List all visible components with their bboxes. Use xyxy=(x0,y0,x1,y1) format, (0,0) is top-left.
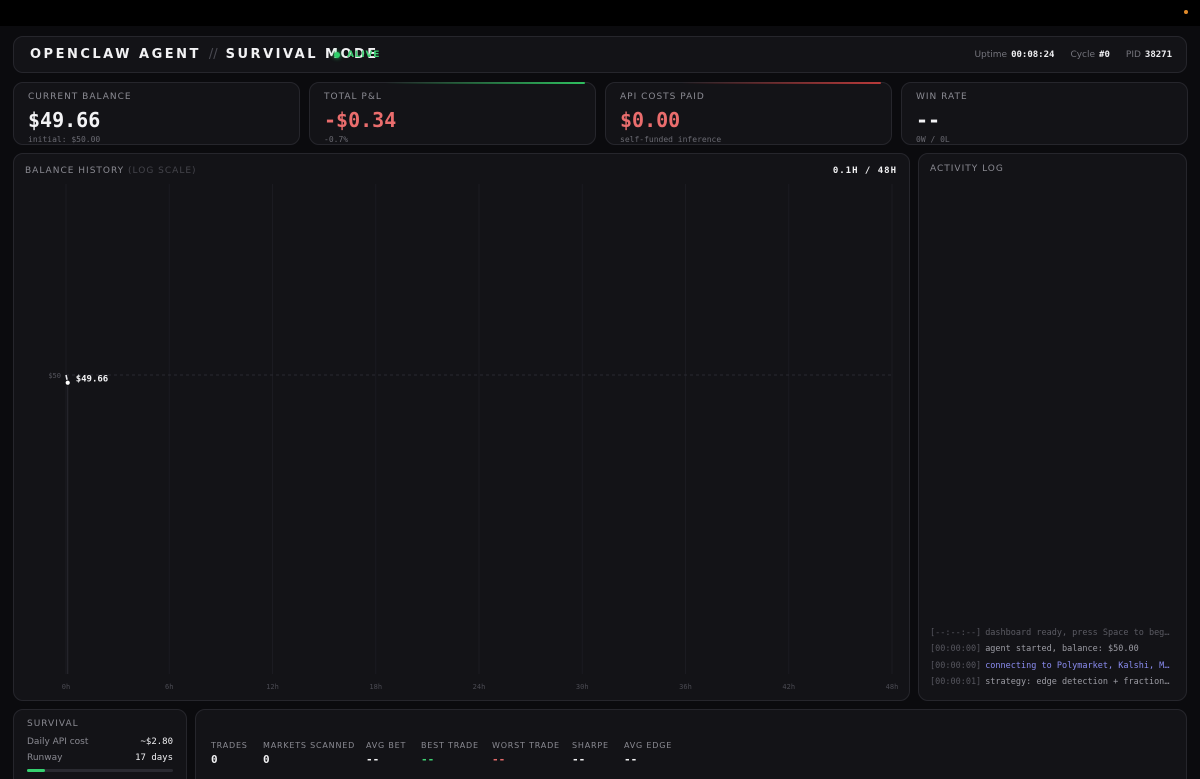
brand-name: OPENCLAW AGENT xyxy=(30,47,201,62)
stat-label: MARKETS SCANNED xyxy=(263,741,356,750)
card-label: TOTAL P&L xyxy=(324,92,382,102)
stat-worst-trade: WORST TRADE -- xyxy=(492,741,560,766)
card-value: -- xyxy=(916,108,941,132)
activity-log-panel: ACTIVITY LOG [--:--:--] dashboard ready, … xyxy=(918,153,1187,701)
x-tick-label: 48h xyxy=(886,683,899,691)
stat-avg-edge: AVG EDGE -- xyxy=(624,741,672,766)
log-timestamp: [--:--:--] xyxy=(930,627,982,638)
daily-api-cost-row: Daily API cost ~$2.80 xyxy=(27,737,173,747)
survival-title: SURVIVAL xyxy=(27,719,79,729)
x-tick-label: 30h xyxy=(576,683,589,691)
daily-api-cost-value: ~$2.80 xyxy=(140,737,173,747)
card-subtext: initial: $50.00 xyxy=(28,135,101,144)
status-badge: ALIVE xyxy=(334,50,380,60)
balance-history-chart: BALANCE HISTORY (LOG SCALE) 0.1H / 48H 0… xyxy=(13,153,910,701)
log-entry: [--:--:--] dashboard ready, press Space t… xyxy=(930,625,1174,641)
x-tick-label: 36h xyxy=(679,683,692,691)
x-tick-label: 6h xyxy=(165,683,173,691)
current-balance-card: CURRENT BALANCE $49.66 initial: $50.00 xyxy=(13,82,300,145)
runway-progress-bar xyxy=(27,769,173,772)
pid-value: 38271 xyxy=(1144,50,1172,60)
card-value: $0.00 xyxy=(620,108,681,132)
brand-separator: // xyxy=(208,47,218,62)
card-accent-line xyxy=(681,82,881,84)
card-label: WIN RATE xyxy=(916,92,968,102)
window-top-bar xyxy=(0,0,1200,26)
cycle-metric: Cycle #0 xyxy=(1070,50,1110,60)
last-point-marker xyxy=(64,379,71,386)
card-accent-line xyxy=(385,82,585,84)
runway-row: Runway 17 days xyxy=(27,753,173,763)
log-entry: [00:00:00] connecting to Polymarket, Kals… xyxy=(930,658,1174,674)
stat-label: AVG EDGE xyxy=(624,741,673,750)
api-costs-card: API COSTS PAID $0.00 self-funded inferen… xyxy=(605,82,892,145)
activity-log-list[interactable]: [--:--:--] dashboard ready, press Space t… xyxy=(930,624,1174,690)
trading-stats-panel: TRADES 0 MARKETS SCANNED 0 AVG BET -- BE… xyxy=(195,709,1187,779)
stat-value: -- xyxy=(421,753,435,766)
log-message: agent started, balance: $50.00 xyxy=(985,644,1139,654)
stat-label: WORST TRADE xyxy=(492,741,560,750)
stat-value: -- xyxy=(492,753,506,766)
runway-value: 17 days xyxy=(135,753,173,763)
stat-sharpe: SHARPE -- xyxy=(572,741,609,766)
y-tick-label: $50 xyxy=(48,372,61,380)
pid-metric: PID 38271 xyxy=(1125,50,1172,60)
card-label: CURRENT BALANCE xyxy=(28,92,132,102)
chart-plot: 0h 6h 12h 18h 24h 30h 36h 42h 48h $50 $49.66 xyxy=(48,184,899,691)
card-subtext: self-funded inference xyxy=(620,135,722,144)
stat-markets-scanned: MARKETS SCANNED 0 xyxy=(263,741,355,766)
runway-label: Runway xyxy=(27,753,63,763)
stat-value: -- xyxy=(366,753,380,766)
stat-label: TRADES xyxy=(211,741,248,750)
uptime-metric: Uptime 00:08:24 xyxy=(974,50,1055,60)
stat-value: 0 xyxy=(211,753,218,766)
card-subtext: -0.7% xyxy=(324,135,349,144)
stat-avg-bet: AVG BET -- xyxy=(366,741,406,766)
card-subtext: 0W / 0L xyxy=(916,135,950,144)
status-dot-icon xyxy=(334,52,340,58)
last-value-label: $49.66 xyxy=(76,375,109,385)
survival-panel: SURVIVAL Daily API cost ~$2.80 Runway 17… xyxy=(13,709,187,779)
card-value: -$0.34 xyxy=(324,108,397,132)
log-message: dashboard ready, press Space to begin xyxy=(985,627,1174,638)
log-message: strategy: edge detection + fractional K… xyxy=(985,677,1174,687)
runtime-metrics: Uptime 00:08:24 Cycle #0 PID 38271 xyxy=(974,50,1172,60)
stat-label: BEST TRADE xyxy=(421,741,479,750)
x-tick-label: 24h xyxy=(473,683,486,691)
card-value: $49.66 xyxy=(28,108,101,132)
x-tick-label: 12h xyxy=(266,683,279,691)
win-rate-card: WIN RATE -- 0W / 0L xyxy=(901,82,1188,145)
card-label: API COSTS PAID xyxy=(620,92,705,102)
log-timestamp: [00:00:00] xyxy=(930,644,982,654)
stat-trades: TRADES 0 xyxy=(211,741,248,766)
x-tick-label: 42h xyxy=(782,683,795,691)
total-pnl-card: TOTAL P&L -$0.34 -0.7% xyxy=(309,82,596,145)
stat-value: -- xyxy=(572,753,586,766)
stat-label: SHARPE xyxy=(572,741,609,750)
stat-value: -- xyxy=(624,753,638,766)
stat-value: 0 xyxy=(263,753,270,766)
log-timestamp: [00:00:01] xyxy=(930,677,982,687)
x-tick-label: 18h xyxy=(369,683,382,691)
log-entry: [00:00:01] strategy: edge detection + fra… xyxy=(930,674,1174,690)
uptime-value: 00:08:24 xyxy=(1011,50,1055,60)
log-message: connecting to Polymarket, Kalshi, Metac… xyxy=(985,660,1174,671)
notification-dot-icon xyxy=(1184,10,1188,14)
header-bar: OPENCLAW AGENT // SURVIVAL MODE ALIVE Up… xyxy=(13,36,1187,73)
daily-api-cost-label: Daily API cost xyxy=(27,737,89,747)
status-text: ALIVE xyxy=(347,50,381,60)
brand-title: OPENCLAW AGENT // SURVIVAL MODE xyxy=(30,47,379,62)
stat-best-trade: BEST TRADE -- xyxy=(421,741,479,766)
runway-progress-fill xyxy=(27,769,45,772)
log-timestamp: [00:00:00] xyxy=(930,660,982,671)
log-entry: [00:00:00] agent started, balance: $50.00 xyxy=(930,641,1174,657)
stat-label: AVG BET xyxy=(366,741,407,750)
x-tick-label: 0h xyxy=(62,683,70,691)
activity-log-title: ACTIVITY LOG xyxy=(930,164,1004,174)
cycle-value: #0 xyxy=(1099,50,1110,60)
